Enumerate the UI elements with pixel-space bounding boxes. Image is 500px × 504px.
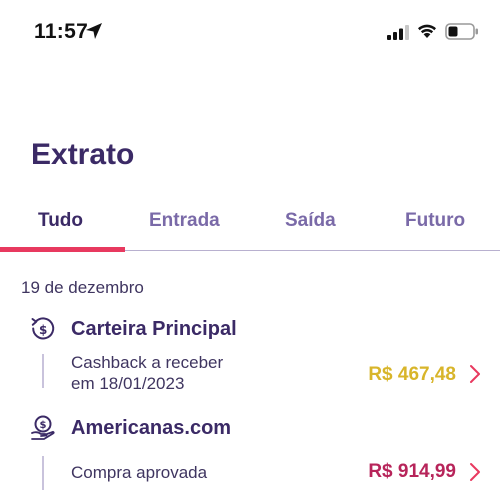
transaction-amount: R$ 914,99 bbox=[368, 461, 456, 482]
cashback-icon: $ bbox=[31, 317, 55, 340]
battery-icon bbox=[445, 23, 478, 40]
active-tab-indicator bbox=[0, 247, 125, 252]
cellular-signal-icon bbox=[387, 25, 409, 40]
location-arrow-icon bbox=[86, 23, 102, 39]
chevron-right-icon[interactable] bbox=[468, 462, 482, 482]
timeline-line bbox=[42, 456, 44, 490]
svg-text:$: $ bbox=[40, 420, 47, 431]
transaction-title: Carteira Principal bbox=[71, 318, 237, 340]
tab-expense[interactable]: Saída bbox=[285, 210, 336, 232]
tab-all[interactable]: Tudo bbox=[38, 210, 83, 232]
tab-income[interactable]: Entrada bbox=[149, 210, 220, 232]
timeline-line bbox=[42, 354, 44, 388]
transaction-item[interactable]: $ Americanas.com Compra aprovada R$ 914,… bbox=[0, 412, 500, 504]
transaction-title: Americanas.com bbox=[71, 417, 232, 439]
transaction-amount: R$ 467,48 bbox=[368, 364, 456, 385]
transaction-description-line: em 18/01/2023 bbox=[71, 374, 185, 393]
tab-future[interactable]: Futuro bbox=[405, 210, 465, 232]
transaction-item[interactable]: $ Carteira Principal Cashback a receber … bbox=[0, 314, 500, 396]
tab-bar: Tudo Entrada Saída Futuro bbox=[0, 204, 500, 252]
status-bar: 11:57 bbox=[0, 0, 500, 64]
svg-text:$: $ bbox=[39, 323, 47, 337]
transaction-description-line: Cashback a receber bbox=[71, 353, 224, 372]
wifi-icon bbox=[418, 24, 436, 38]
transaction-description: Compra aprovada bbox=[71, 462, 207, 483]
status-time: 11:57 bbox=[34, 20, 89, 43]
transaction-description-line: Compra aprovada bbox=[71, 463, 208, 482]
transaction-description: Cashback a receber em 18/01/2023 bbox=[71, 352, 223, 394]
date-group-header: 19 de dezembro bbox=[21, 278, 144, 297]
money-hand-icon: $ bbox=[31, 415, 55, 440]
page-title: Extrato bbox=[31, 138, 135, 171]
chevron-right-icon[interactable] bbox=[468, 364, 482, 384]
